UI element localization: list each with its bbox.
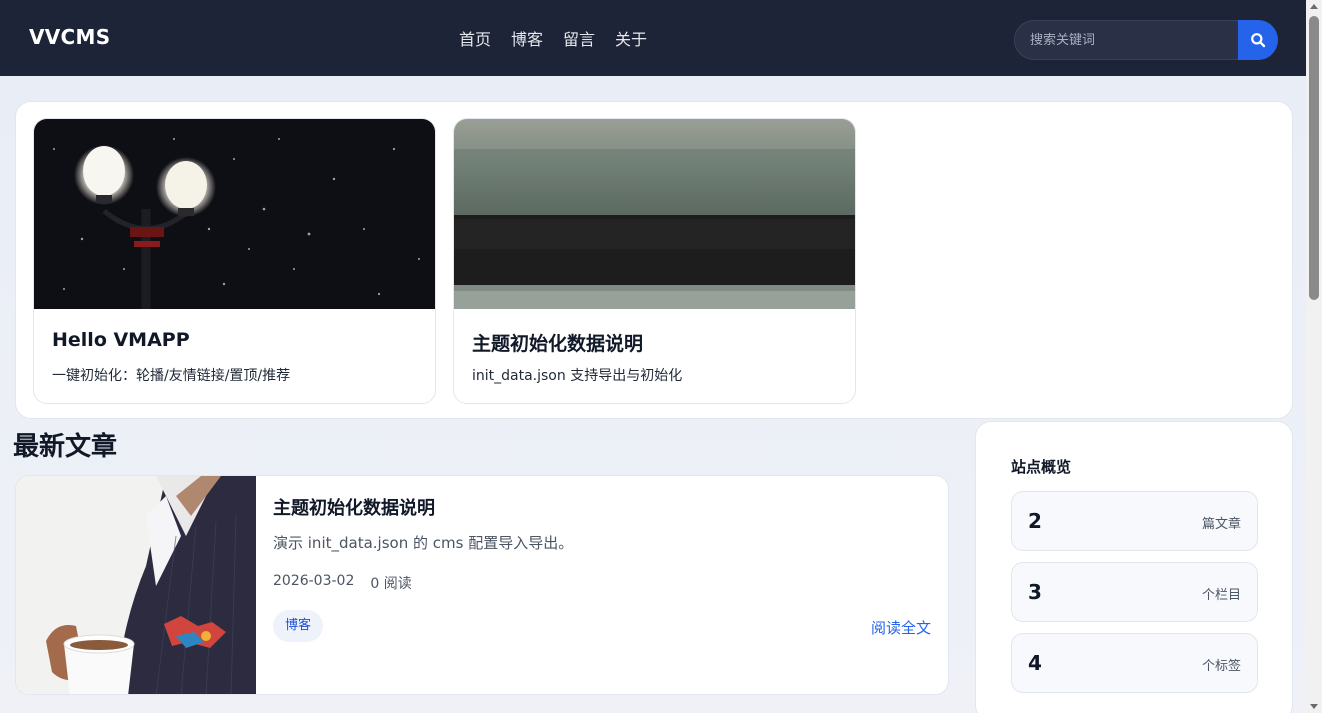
scroll-up-arrow-icon[interactable] <box>1310 4 1318 9</box>
stat-value: 4 <box>1028 651 1042 675</box>
page-scrollbar[interactable] <box>1306 0 1322 713</box>
page-viewport: VVCMS 首页 博客 留言 关于 搜索关键词 Hello VMAPP 一键初始… <box>0 0 1306 713</box>
stat-value: 3 <box>1028 580 1042 604</box>
search-button[interactable] <box>1238 20 1278 60</box>
stat-tags: 4 个标签 <box>1011 633 1258 693</box>
scroll-down-arrow-icon[interactable] <box>1310 704 1318 709</box>
sidebar-title: 站点概览 <box>1011 458 1072 476</box>
article-category-tag[interactable]: 博客 <box>273 610 324 642</box>
carousel-slide-desc: init_data.json 支持导出与初始化 <box>472 368 683 384</box>
article-summary: 演示 init_data.json 的 cms 配置导入导出。 <box>273 534 574 552</box>
night-street-lamps-image <box>34 119 435 309</box>
search-input[interactable] <box>1014 20 1238 60</box>
stat-posts: 2 篇文章 <box>1011 491 1258 551</box>
man-with-coffee-cup-image <box>16 476 256 694</box>
carousel-slide-title[interactable]: Hello VMAPP <box>52 329 190 351</box>
stat-label: 个标签 <box>1201 659 1241 674</box>
read-more-link[interactable]: 阅读全文 <box>871 617 931 638</box>
article-card[interactable]: 主题初始化数据说明 演示 init_data.json 的 cms 配置导入导出… <box>15 475 949 695</box>
carousel-slide[interactable]: Hello VMAPP 一键初始化：轮播/友情链接/置顶/推荐 <box>33 118 436 404</box>
frosty-field-image <box>454 119 855 309</box>
stat-categories: 3 个栏目 <box>1011 562 1258 622</box>
carousel-slide-desc: 一键初始化：轮播/友情链接/置顶/推荐 <box>52 368 291 384</box>
featured-carousel: Hello VMAPP 一键初始化：轮播/友情链接/置顶/推荐 主题初始化数据说… <box>15 101 1293 419</box>
nav-item-guestbook[interactable]: 留言 <box>563 26 595 50</box>
nav-item-about[interactable]: 关于 <box>615 26 647 50</box>
article-title[interactable]: 主题初始化数据说明 <box>273 494 435 520</box>
site-logo[interactable]: VVCMS <box>29 25 110 49</box>
stat-value: 2 <box>1028 509 1042 533</box>
carousel-slide[interactable]: 主题初始化数据说明 init_data.json 支持导出与初始化 <box>453 118 856 404</box>
site-overview-panel: 站点概览 2 篇文章 3 个栏目 4 个标签 <box>975 421 1293 713</box>
site-header: VVCMS 首页 博客 留言 关于 <box>0 0 1306 76</box>
nav-item-home[interactable]: 首页 <box>459 26 491 50</box>
stat-label: 个栏目 <box>1201 588 1241 603</box>
nav-item-blog[interactable]: 博客 <box>511 26 543 50</box>
section-title-latest: 最新文章 <box>13 432 118 462</box>
search-icon <box>1251 33 1266 48</box>
carousel-slide-title[interactable]: 主题初始化数据说明 <box>472 329 643 356</box>
article-meta: 2026-03-02 0 阅读 <box>273 573 412 593</box>
article-date: 2026-03-02 <box>273 573 355 589</box>
main-nav: 首页 博客 留言 关于 <box>459 26 647 50</box>
stat-label: 篇文章 <box>1201 517 1241 532</box>
search-box <box>1014 20 1278 60</box>
article-views: 0 阅读 <box>370 576 412 592</box>
scrollbar-thumb[interactable] <box>1309 16 1319 300</box>
